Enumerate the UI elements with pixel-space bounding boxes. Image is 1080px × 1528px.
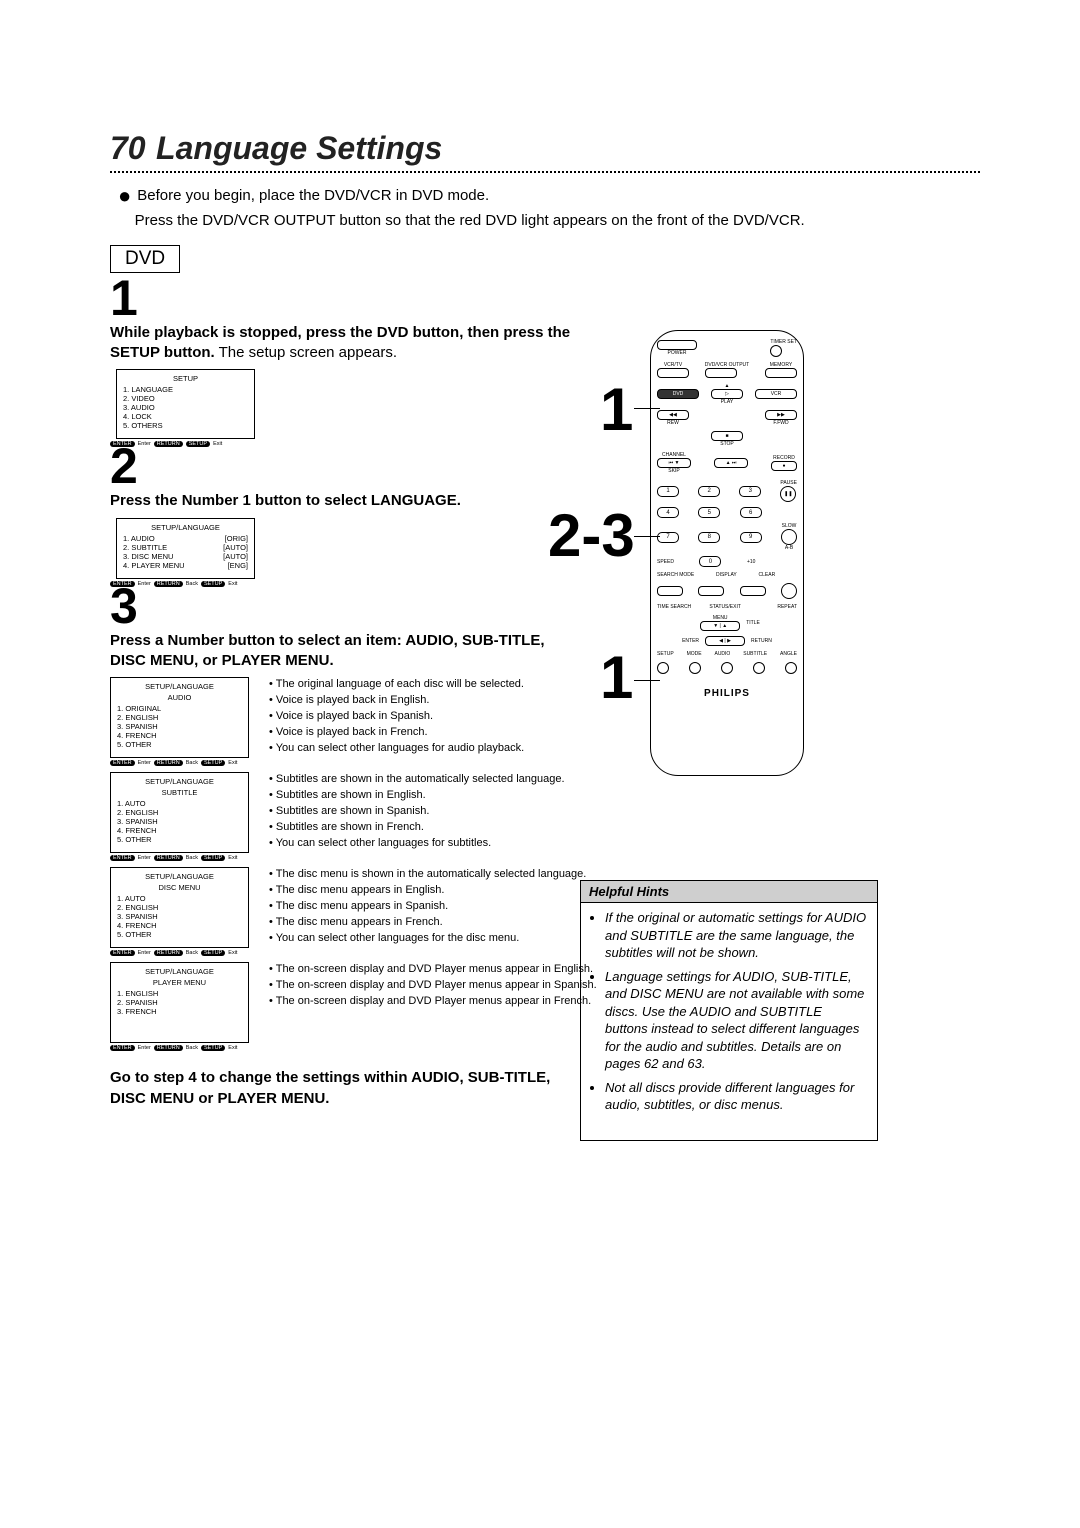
skip-button[interactable]: ▲ ⏭: [714, 458, 748, 468]
searchmode-button[interactable]: [657, 586, 683, 596]
num-0-button[interactable]: 0: [699, 556, 721, 567]
goto-step4: Go to step 4 to change the settings with…: [110, 1067, 580, 1109]
display-button[interactable]: [698, 586, 724, 596]
step-2-number: 2: [110, 441, 980, 491]
num-4-button[interactable]: 4: [657, 507, 679, 518]
intro-note: ●Before you begin, place the DVD/VCR in …: [118, 181, 980, 231]
setup-screen-playermenu: SETUP/LANGUAGE PLAYER MENU 1. ENGLISH 2.…: [110, 962, 249, 1043]
num-1-button[interactable]: 1: [657, 486, 679, 497]
remote-control: POWER TIMER SET VCR/TV DVD/VCR OUTPUT ME…: [650, 330, 804, 776]
setup-screen-discmenu: SETUP/LANGUAGE DISC MENU 1. AUTO 2. ENGL…: [110, 867, 249, 948]
num-5-button[interactable]: 5: [698, 507, 720, 518]
dvdvcr-output-button[interactable]: [705, 368, 737, 378]
page-header: 70 Language Settings: [110, 130, 980, 173]
memory-button[interactable]: [765, 368, 797, 378]
step-3-number: 3: [110, 581, 980, 631]
vcrtv-button[interactable]: [657, 368, 689, 378]
subtitle-block: SETUP/LANGUAGE SUBTITLE 1. AUTO 2. ENGLI…: [110, 772, 980, 861]
helpful-hints-box: Helpful Hints If the original or automat…: [580, 880, 878, 1141]
timer-set-button[interactable]: [770, 345, 782, 357]
step-1-number: 1: [110, 273, 980, 323]
hint-item: Not all discs provide different language…: [605, 1079, 867, 1114]
channel-button[interactable]: ⏮ ▼: [657, 458, 691, 468]
slow-button[interactable]: [781, 529, 797, 545]
mode-button[interactable]: [689, 662, 701, 674]
record-button[interactable]: ●: [771, 461, 797, 471]
hint-item: If the original or automatic settings fo…: [605, 909, 867, 962]
hint-item: Language settings for AUDIO, SUB-TITLE, …: [605, 968, 867, 1073]
setup-screen-audio: SETUP/LANGUAGE AUDIO 1. ORIGINAL 2. ENGL…: [110, 677, 249, 758]
step-2-text: Press the Number 1 button to select LANG…: [110, 491, 580, 511]
callout-23: 2-3: [548, 506, 635, 566]
audio-button[interactable]: [721, 662, 733, 674]
brand-logo: PHILIPS: [657, 688, 797, 699]
num-3-button[interactable]: 3: [739, 486, 761, 497]
ffwd-button[interactable]: ▶▶: [765, 410, 797, 420]
setup-screen-main: SETUP 1. LANGUAGE 2. VIDEO 3. AUDIO 4. L…: [116, 369, 255, 439]
play-button[interactable]: ▷: [711, 389, 743, 399]
callout-1b: 1: [600, 648, 633, 708]
num-8-button[interactable]: 8: [698, 532, 720, 543]
callout-1: 1: [600, 380, 633, 440]
vcr-button[interactable]: VCR: [755, 389, 797, 399]
page-title: Language Settings: [156, 130, 442, 166]
angle-button[interactable]: [785, 662, 797, 674]
power-button[interactable]: [657, 340, 697, 350]
num-9-button[interactable]: 9: [740, 532, 762, 543]
pause-button[interactable]: ❚❚: [780, 486, 796, 502]
mode-badge: DVD: [110, 245, 180, 273]
num-2-button[interactable]: 2: [698, 486, 720, 497]
page-number: 70: [110, 130, 146, 166]
helpful-hints-title: Helpful Hints: [581, 881, 877, 903]
enter-return-button[interactable]: ◀ | ▶: [705, 636, 745, 646]
setup-screen-subtitle: SETUP/LANGUAGE SUBTITLE 1. AUTO 2. ENGLI…: [110, 772, 249, 853]
subtitle-button[interactable]: [753, 662, 765, 674]
setup-button[interactable]: [657, 662, 669, 674]
step-1-text: While playback is stopped, press the DVD…: [110, 323, 580, 364]
clear-button[interactable]: [740, 586, 766, 596]
num-6-button[interactable]: 6: [740, 507, 762, 518]
stop-button[interactable]: ■: [711, 431, 743, 441]
num-7-button[interactable]: 7: [657, 532, 679, 543]
dvd-button[interactable]: DVD: [657, 389, 699, 399]
rew-button[interactable]: ◀◀: [657, 410, 689, 420]
setup-screen-language: SETUP/LANGUAGE 1. AUDIO[ORIG] 2. SUBTITL…: [116, 518, 255, 579]
audio-block: SETUP/LANGUAGE AUDIO 1. ORIGINAL 2. ENGL…: [110, 677, 980, 766]
ab-button[interactable]: [781, 583, 797, 599]
menu-button[interactable]: ▼ | ▲: [700, 621, 740, 631]
step-3-text: Press a Number button to select an item:…: [110, 631, 580, 672]
